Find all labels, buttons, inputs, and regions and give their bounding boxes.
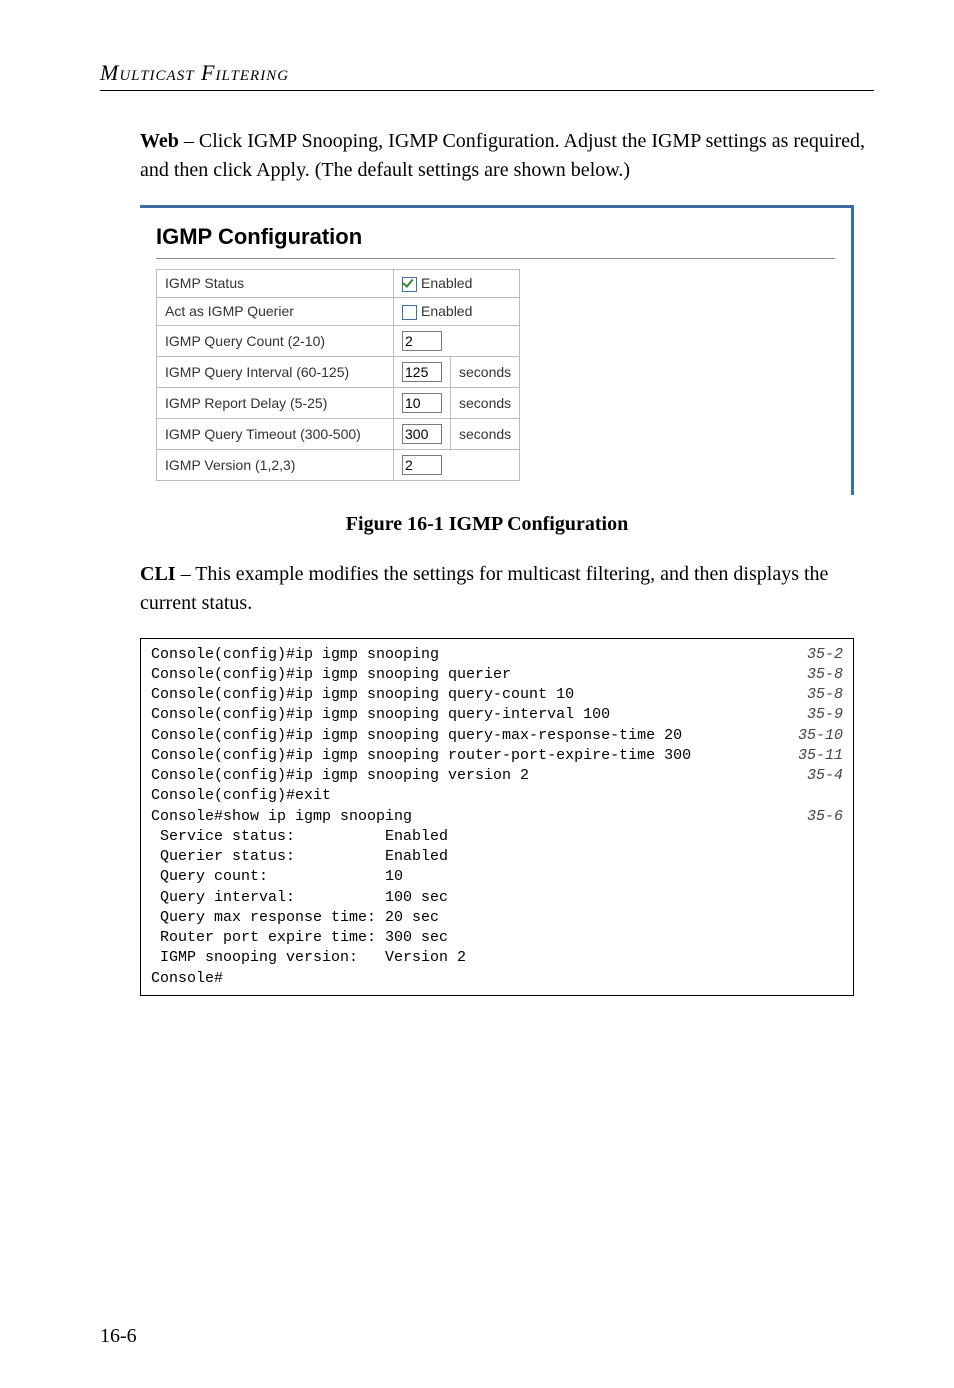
cli-intro-rest: – This example modifies the settings for… bbox=[140, 563, 828, 614]
cli-page-ref: 35-11 bbox=[786, 746, 843, 766]
cell-act-querier-value: Enabled bbox=[394, 297, 520, 325]
row-igmp-status: IGMP Status Enabled bbox=[157, 270, 520, 298]
panel-title: IGMP Configuration bbox=[156, 224, 835, 250]
cli-line: Query count: 10 bbox=[151, 867, 843, 887]
act-querier-enabled-label: Enabled bbox=[421, 303, 472, 319]
row-query-interval: IGMP Query Interval (60-125) seconds bbox=[157, 356, 520, 387]
cli-line: Query max response time: 20 sec bbox=[151, 908, 843, 928]
label-version: IGMP Version (1,2,3) bbox=[157, 449, 394, 480]
cli-command: Console(config)#ip igmp snooping router-… bbox=[151, 746, 691, 766]
intro-paragraph: Web – Click IGMP Snooping, IGMP Configur… bbox=[140, 127, 874, 185]
label-query-timeout: IGMP Query Timeout (300-500) bbox=[157, 418, 394, 449]
row-report-delay: IGMP Report Delay (5-25) seconds bbox=[157, 387, 520, 418]
label-report-delay: IGMP Report Delay (5-25) bbox=[157, 387, 394, 418]
running-head: Multicast Filtering bbox=[100, 60, 874, 86]
page-number: 16-6 bbox=[100, 1325, 137, 1348]
cli-command: Console(config)#ip igmp snooping bbox=[151, 645, 439, 665]
cli-line: Console#show ip igmp snooping 35-6 bbox=[151, 807, 843, 827]
cli-command: Query max response time: 20 sec bbox=[151, 908, 439, 928]
cli-line: Console(config)#ip igmp snooping query-i… bbox=[151, 705, 843, 725]
cli-command: Console(config)#ip igmp snooping querier bbox=[151, 665, 511, 685]
igmp-config-panel: IGMP Configuration IGMP Status Enabled A… bbox=[140, 205, 854, 495]
cli-command: Query interval: 100 sec bbox=[151, 888, 448, 908]
query-count-input[interactable] bbox=[402, 331, 442, 351]
cli-page-ref: 35-6 bbox=[795, 807, 843, 827]
cli-page-ref: 35-2 bbox=[795, 645, 843, 665]
row-version: IGMP Version (1,2,3) bbox=[157, 449, 520, 480]
cli-page-ref: 35-8 bbox=[795, 685, 843, 705]
cli-line: IGMP snooping version: Version 2 bbox=[151, 948, 843, 968]
label-act-querier: Act as IGMP Querier bbox=[157, 297, 394, 325]
igmp-status-enabled-label: Enabled bbox=[421, 275, 472, 291]
label-igmp-status: IGMP Status bbox=[157, 270, 394, 298]
cell-report-delay-unit: seconds bbox=[451, 387, 520, 418]
cli-line: Service status: Enabled bbox=[151, 827, 843, 847]
cli-command: Console(config)#ip igmp snooping query-m… bbox=[151, 726, 682, 746]
cli-intro-lead: CLI bbox=[140, 563, 176, 585]
cli-command: Query count: 10 bbox=[151, 867, 403, 887]
query-timeout-input[interactable] bbox=[402, 424, 442, 444]
cli-intro-paragraph: CLI – This example modifies the settings… bbox=[140, 560, 874, 618]
cli-line: Console(config)#ip igmp snooping router-… bbox=[151, 746, 843, 766]
row-act-querier: Act as IGMP Querier Enabled bbox=[157, 297, 520, 325]
cli-command: Console(config)#ip igmp snooping version… bbox=[151, 766, 529, 786]
label-query-interval: IGMP Query Interval (60-125) bbox=[157, 356, 394, 387]
cli-page-ref: 35-8 bbox=[795, 665, 843, 685]
cell-version-value bbox=[394, 449, 520, 480]
figure-caption: Figure 16-1 IGMP Configuration bbox=[100, 513, 874, 536]
row-query-timeout: IGMP Query Timeout (300-500) seconds bbox=[157, 418, 520, 449]
version-input[interactable] bbox=[402, 455, 442, 475]
cli-page-ref: 35-4 bbox=[795, 766, 843, 786]
cli-line: Router port expire time: 300 sec bbox=[151, 928, 843, 948]
report-delay-input[interactable] bbox=[402, 393, 442, 413]
cli-line: Console(config)#ip igmp snooping 35-2 bbox=[151, 645, 843, 665]
header-rule bbox=[100, 90, 874, 91]
cli-command: Console(config)#exit bbox=[151, 786, 331, 806]
cli-command: Querier status: Enabled bbox=[151, 847, 448, 867]
cli-command: Router port expire time: 300 sec bbox=[151, 928, 448, 948]
act-querier-checkbox[interactable] bbox=[402, 305, 417, 320]
cell-query-interval-unit: seconds bbox=[451, 356, 520, 387]
panel-rule bbox=[156, 258, 835, 259]
intro-rest: – Click IGMP Snooping, IGMP Configuratio… bbox=[140, 130, 865, 181]
cli-command: Service status: Enabled bbox=[151, 827, 448, 847]
cli-command: Console(config)#ip igmp snooping query-i… bbox=[151, 705, 610, 725]
cli-line: Querier status: Enabled bbox=[151, 847, 843, 867]
cli-output-box: Console(config)#ip igmp snooping35-2Cons… bbox=[140, 638, 854, 996]
cli-line: Console(config)#ip igmp snooping version… bbox=[151, 766, 843, 786]
cli-command: IGMP snooping version: Version 2 bbox=[151, 948, 466, 968]
cell-igmp-status-value: Enabled bbox=[394, 270, 520, 298]
cli-line: Console(config)#ip igmp snooping query-c… bbox=[151, 685, 843, 705]
cli-line: Console# bbox=[151, 969, 843, 989]
igmp-status-checkbox[interactable] bbox=[402, 277, 417, 292]
cell-query-timeout-unit: seconds bbox=[451, 418, 520, 449]
cli-command: Console(config)#ip igmp snooping query-c… bbox=[151, 685, 574, 705]
cli-line: Query interval: 100 sec bbox=[151, 888, 843, 908]
cell-query-interval-value bbox=[394, 356, 451, 387]
igmp-config-table: IGMP Status Enabled Act as IGMP Querier … bbox=[156, 269, 520, 481]
cli-command: Console#show ip igmp snooping bbox=[151, 807, 412, 827]
label-query-count: IGMP Query Count (2-10) bbox=[157, 325, 394, 356]
cli-line: Console(config)#ip igmp snooping querier… bbox=[151, 665, 843, 685]
cli-line: Console(config)#exit bbox=[151, 786, 843, 806]
intro-lead: Web bbox=[140, 130, 179, 152]
cell-query-count-value bbox=[394, 325, 520, 356]
row-query-count: IGMP Query Count (2-10) bbox=[157, 325, 520, 356]
cli-page-ref: 35-9 bbox=[795, 705, 843, 725]
cell-report-delay-value bbox=[394, 387, 451, 418]
query-interval-input[interactable] bbox=[402, 362, 442, 382]
cell-query-timeout-value bbox=[394, 418, 451, 449]
cli-page-ref: 35-10 bbox=[786, 726, 843, 746]
cli-command: Console# bbox=[151, 969, 223, 989]
cli-line: Console(config)#ip igmp snooping query-m… bbox=[151, 726, 843, 746]
